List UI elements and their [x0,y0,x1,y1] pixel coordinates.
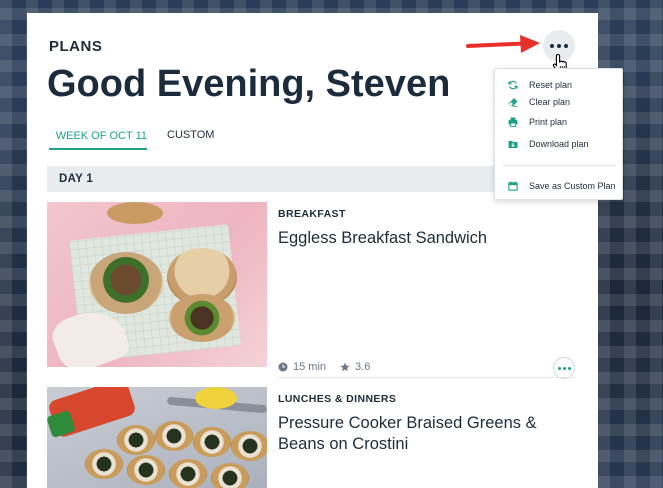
meal-card-breakfast[interactable]: BREAKFAST Eggless Breakfast Sandwich 15 … [47,202,577,379]
meal-category: LUNCHES & DINNERS [278,393,397,405]
menu-item-clear-plan[interactable]: Clear plan [495,93,624,111]
eraser-icon [508,98,518,107]
menu-item-label: Print plan [529,117,568,127]
menu-item-label: Clear plan [529,97,571,107]
tab-custom[interactable]: CUSTOM [167,129,214,141]
refresh-icon [508,80,518,90]
tab-week-of[interactable]: WEEK OF OCT 11 [49,129,147,150]
meal-title[interactable]: Pressure Cooker Braised Greens & Beans o… [278,413,573,455]
annotation-arrow-icon [466,35,540,53]
page-title: Good Evening, Steven [47,63,451,105]
meal-image[interactable] [47,387,267,488]
calendar-save-icon [508,181,518,191]
download-folder-icon [508,141,518,148]
tab-week-label: WEEK OF OCT 11 [55,129,147,142]
section-label: PLANS [49,38,103,55]
meal-title[interactable]: Eggless Breakfast Sandwich [278,228,573,249]
plan-options-menu: Reset plan Clear plan Print plan Downloa… [494,68,623,200]
menu-item-label: Reset plan [529,80,573,90]
meal-meta: 15 min 3.6 [278,361,370,373]
menu-item-print-plan[interactable]: Print plan [495,113,624,131]
meal-image[interactable] [47,202,267,367]
menu-item-save-custom-plan[interactable]: Save as Custom Plan [495,177,624,195]
menu-divider [503,165,616,166]
menu-item-label: Save as Custom Plan [529,181,616,191]
menu-item-label: Download plan [529,139,589,149]
meal-rating: 3.6 [355,361,371,373]
meal-time: 15 min [293,361,327,373]
menu-item-download-plan[interactable]: Download plan [495,135,624,153]
more-dots-icon [557,366,571,370]
star-icon [340,362,350,372]
meal-card-lunch[interactable]: LUNCHES & DINNERS Pressure Cooker Braise… [47,387,577,488]
clock-icon [278,362,288,372]
more-dots-icon [550,44,568,48]
meal-divider [278,377,575,378]
menu-item-reset-plan[interactable]: Reset plan [495,76,624,94]
calendar-icon [49,135,50,136]
meal-category: BREAKFAST [278,208,346,220]
meal-more-button[interactable] [553,357,575,379]
printer-icon [508,117,518,127]
